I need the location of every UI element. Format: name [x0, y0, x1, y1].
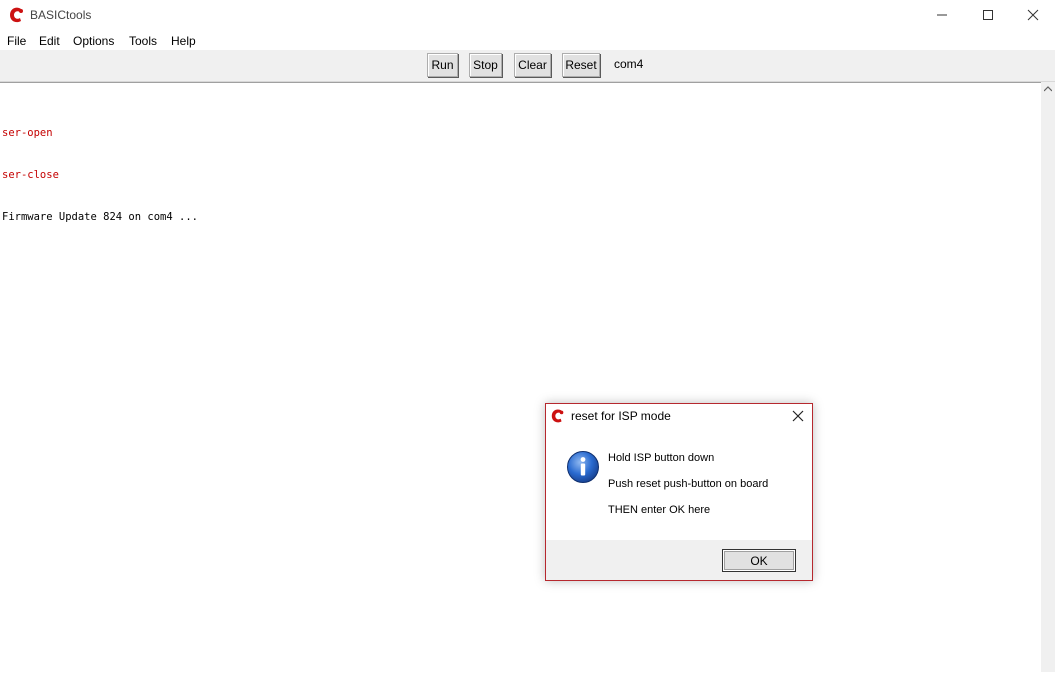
chevron-up-icon	[1044, 86, 1052, 92]
minimize-button[interactable]	[919, 0, 965, 30]
close-icon	[1027, 9, 1039, 21]
scroll-up-button[interactable]	[1041, 82, 1055, 96]
console-line: ser-open	[2, 127, 53, 139]
close-icon	[792, 410, 804, 422]
run-button[interactable]: Run	[427, 53, 458, 77]
dialog-footer: OK	[546, 540, 812, 580]
ok-button[interactable]: OK	[722, 549, 796, 572]
info-icon	[567, 451, 599, 483]
basictools-app-icon	[551, 409, 564, 423]
console-line: Firmware Update 824 on com4 ...	[2, 211, 198, 223]
minimize-icon	[937, 14, 947, 16]
dialog-message-line: Push reset push-button on board	[608, 478, 769, 490]
maximize-button[interactable]	[965, 0, 1011, 30]
close-button[interactable]	[1010, 0, 1055, 30]
console-output[interactable]: ser-open ser-close Firmware Update 824 o…	[0, 82, 1041, 673]
title-bar: BASICtools	[0, 0, 1055, 31]
menu-options[interactable]: Options	[73, 34, 114, 48]
stop-button[interactable]: Stop	[469, 53, 502, 77]
toolbar: Run Stop Clear Reset	[0, 50, 1055, 82]
maximize-icon	[983, 10, 993, 20]
menu-bar: File Edit Options Tools Help	[0, 31, 1055, 51]
dialog-message-line: Hold ISP button down	[608, 452, 715, 464]
clear-button[interactable]: Clear	[514, 53, 551, 77]
menu-file[interactable]: File	[7, 34, 26, 48]
dialog-close-button[interactable]	[784, 404, 812, 428]
reset-button[interactable]: Reset	[562, 53, 600, 77]
dialog-message-line: THEN enter OK here	[608, 504, 711, 516]
port-label: com4	[614, 57, 644, 71]
dialog-title: reset for ISP mode	[571, 409, 671, 423]
menu-edit[interactable]: Edit	[39, 34, 60, 48]
isp-reset-dialog: reset for ISP mode Hold ISP button down …	[545, 403, 813, 581]
vertical-scrollbar[interactable]	[1041, 82, 1055, 672]
console-line: ser-close	[2, 169, 59, 181]
main-window: BASICtools File Edit Options Tools Help …	[0, 0, 1055, 673]
menu-tools[interactable]: Tools	[129, 34, 157, 48]
window-title: BASICtools	[30, 8, 92, 22]
menu-help[interactable]: Help	[171, 34, 196, 48]
basictools-app-icon	[10, 7, 23, 23]
